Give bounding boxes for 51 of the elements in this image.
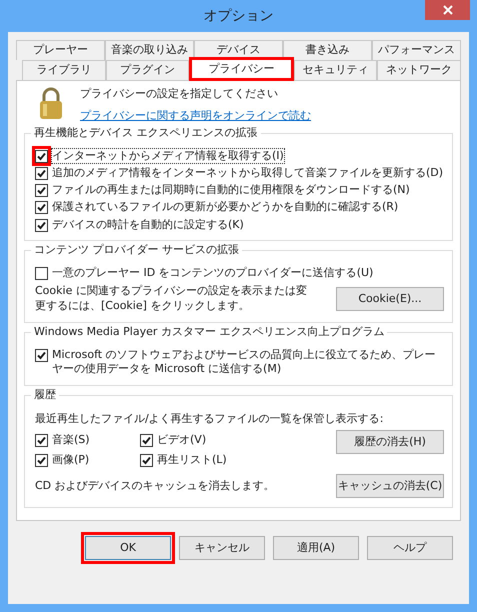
checkbox[interactable]: [35, 434, 48, 447]
checkbox[interactable]: [140, 454, 153, 468]
tab[interactable]: プライバシー: [189, 57, 294, 81]
group-title: 履歴: [31, 388, 59, 402]
tab[interactable]: ライブラリ: [22, 60, 106, 80]
group-title: Windows Media Player カスタマー エクスペリエンス向上プログラム: [31, 324, 388, 340]
group-title: コンテンツ プロバイダー サービスの拡張: [31, 243, 242, 258]
action-button[interactable]: キャッシュの消去(C): [336, 474, 444, 498]
checkbox[interactable]: [35, 201, 48, 214]
checkbox[interactable]: [35, 166, 48, 180]
description-text: CD およびデバイスのキャッシュを消去します。: [35, 479, 275, 494]
checkbox[interactable]: [35, 218, 48, 232]
tab[interactable]: プレーヤー: [16, 40, 105, 60]
action-button[interactable]: 履歴の消去(H): [336, 430, 444, 454]
dialog-button[interactable]: ヘルプ: [367, 536, 453, 560]
checkbox-label: 画像(P): [52, 453, 90, 468]
checkbox[interactable]: [35, 267, 48, 280]
checkbox-label: 音楽(S): [52, 432, 90, 448]
privacy-statement-link[interactable]: プライバシーに関する声明をオンラインで読む: [80, 109, 311, 122]
tab[interactable]: プラグイン: [106, 60, 190, 80]
dialog-button[interactable]: OK: [85, 536, 171, 560]
padlock-icon: [38, 87, 64, 121]
dialog-button[interactable]: キャンセル: [179, 536, 265, 560]
checkbox[interactable]: [35, 348, 48, 362]
dialog-button[interactable]: 適用(A): [273, 536, 359, 560]
description-text: Cookie に関連するプライバシーの設定を表示または変更するには、[Cookie] をクリックします。: [35, 284, 308, 313]
action-button[interactable]: Cookie(E)...: [336, 286, 444, 311]
checkbox-label: インターネットからメディア情報を取得する(I): [52, 148, 284, 163]
description-text: 最近再生したファイル/よく再生するファイルの一覧を保管し表示する:: [35, 412, 384, 426]
checkbox-label: 一意のプレーヤー ID をコンテンツのプロバイダーに送信する(U): [52, 266, 374, 280]
checkbox-label: ファイルの再生または同期時に自動的に使用権限をダウンロードする(N): [52, 183, 410, 198]
window-title: オプション: [204, 6, 274, 26]
checkbox-label: デバイスの時計を自動的に設定する(K): [52, 218, 244, 232]
tab[interactable]: パフォーマンス: [372, 40, 461, 60]
checkbox-label: Microsoft のソフトウェアおよびサービスの品質向上に役立てるため、プレーヤーの使用データを Microsoft に送信する(M): [52, 348, 437, 377]
tab[interactable]: ネットワーク: [377, 60, 462, 80]
checkbox[interactable]: [140, 434, 153, 447]
checkbox-label: 保護されているファイルの更新が必要かどうかを自動的に確認する(R): [52, 200, 398, 215]
checkbox-label: ビデオ(V): [157, 432, 206, 448]
tab[interactable]: 書き込み: [283, 40, 372, 60]
checkbox[interactable]: [35, 454, 48, 468]
checkbox[interactable]: [35, 150, 48, 163]
checkbox-label: 再生リスト(L): [157, 453, 227, 468]
group-title: 再生機能とデバイス エクスペリエンスの拡張: [31, 126, 260, 140]
checkbox-label: 追加のメディア情報をインターネットから取得して音楽ファイルを更新する(D): [52, 166, 444, 180]
instruction-text: プライバシーの設定を指定してください: [80, 87, 279, 102]
close-icon: [442, 4, 452, 15]
tab[interactable]: セキュリティ: [294, 60, 378, 80]
checkbox[interactable]: [35, 184, 48, 198]
close-button[interactable]: [425, 0, 470, 20]
tab[interactable]: 音楽の取り込み: [105, 40, 194, 60]
